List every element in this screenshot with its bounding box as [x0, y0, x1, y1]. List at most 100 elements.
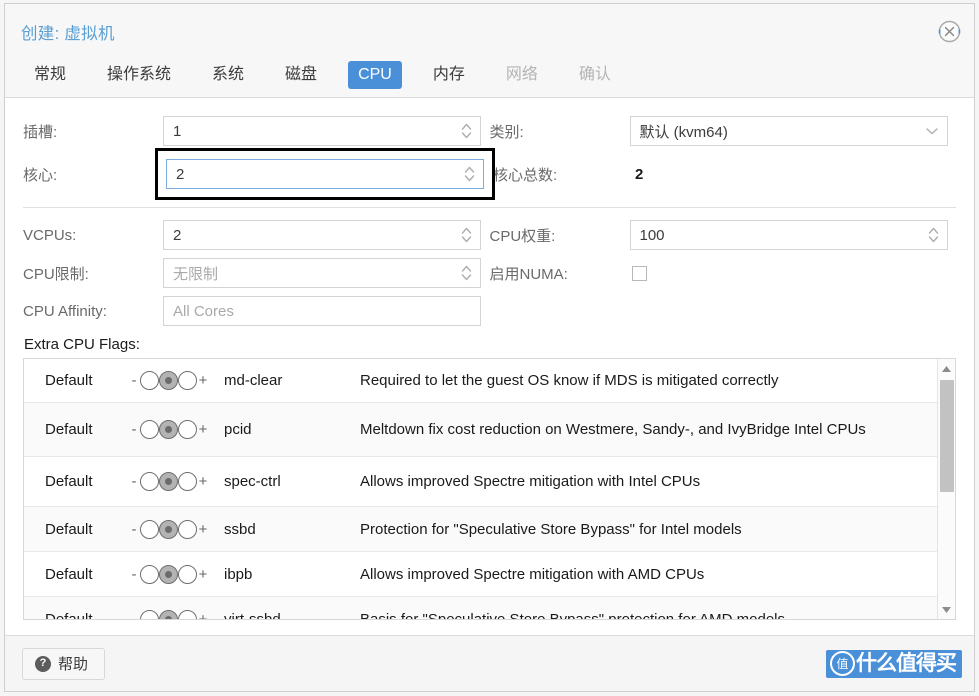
plus-icon[interactable]: + [197, 611, 209, 620]
scroll-up-arrow-icon[interactable] [938, 360, 955, 377]
extra-cpu-flags-list: Default - + md-clear Required to let the… [23, 358, 956, 620]
field-group-type: 类别: 默认 (kvm64) [490, 116, 957, 146]
cores-stepper[interactable] [463, 164, 476, 184]
tab-system[interactable]: 系统 [202, 61, 254, 90]
tab-general[interactable]: 常规 [24, 61, 76, 90]
total-cores-label: 核心总数: [493, 166, 558, 184]
close-icon[interactable] [938, 20, 961, 43]
sockets-stepper[interactable] [460, 121, 473, 141]
advanced-label: 高级 [904, 656, 935, 673]
table-row[interactable]: Default - + ibpb Allows improved Spectre… [24, 552, 937, 597]
flag-description: Basis for "Speculative Store Bypass" pro… [360, 610, 786, 620]
vcpus-value: 2 [173, 226, 182, 244]
plus-icon[interactable]: + [197, 473, 209, 490]
form-row-sockets-type: 插槽: 1 类别: 默认 (kvm64) [23, 112, 956, 150]
dialog-titlebar: 创建: 虚拟机 [5, 4, 974, 53]
watermark-logo-icon: 值 [830, 651, 855, 676]
plus-icon[interactable]: + [197, 372, 209, 389]
flag-radio-on[interactable] [178, 519, 197, 539]
vcpus-input[interactable]: 2 [163, 220, 481, 250]
scroll-down-arrow-icon[interactable] [938, 601, 955, 618]
cpu-limit-value: 无限制 [173, 265, 219, 283]
sockets-input[interactable]: 1 [163, 116, 481, 146]
minus-icon[interactable]: - [128, 566, 140, 583]
field-group-total-cores: 核心总数: 2 [493, 164, 956, 185]
enable-numa-checkbox[interactable] [631, 265, 647, 281]
field-group-cores: 核心: 2 [23, 148, 495, 200]
minus-icon[interactable]: - [128, 521, 140, 538]
flag-radio-default[interactable] [159, 564, 178, 584]
cpu-limit-stepper[interactable] [460, 263, 473, 283]
cpu-form-top: 插槽: 1 类别: 默认 (kvm64) 核心: 2 核心总数: 2 [5, 98, 974, 200]
cores-focus-highlight: 2 [155, 148, 495, 200]
flag-radio-off[interactable] [140, 564, 159, 584]
form-row-limit-numa: CPU限制: 无限制 启用NUMA: [23, 254, 956, 292]
extra-cpu-flags-title: Extra CPU Flags: [24, 336, 140, 353]
field-group-cpu-limit: CPU限制: 无限制 [23, 258, 490, 288]
flag-radio-on[interactable] [178, 371, 197, 390]
enable-numa-label: 启用NUMA: [489, 265, 568, 283]
flag-tristate-control[interactable]: - + [128, 472, 224, 491]
flag-tristate-control[interactable]: - + [128, 420, 224, 439]
field-group-cpu-units: CPU权重: 100 [490, 220, 957, 250]
plus-icon[interactable]: + [197, 421, 209, 438]
flag-radio-off[interactable] [140, 472, 159, 491]
flag-tristate-control[interactable]: - + [128, 609, 224, 620]
flag-radio-on[interactable] [178, 564, 197, 584]
vcpus-stepper[interactable] [460, 225, 473, 245]
flag-radio-default[interactable] [159, 609, 178, 619]
flag-description: Allows improved Spectre mitigation with … [360, 473, 701, 490]
flag-radio-default[interactable] [159, 371, 178, 390]
flag-radio-default[interactable] [159, 420, 178, 439]
cores-input[interactable]: 2 [166, 159, 484, 189]
cores-value: 2 [176, 165, 185, 183]
minus-icon[interactable]: - [128, 611, 140, 620]
flag-tristate-control[interactable]: - + [128, 564, 224, 584]
flags-scroll-viewport: Default - + md-clear Required to let the… [24, 359, 937, 619]
table-row[interactable]: Default - + virt-ssbd Basis for "Specula… [24, 597, 937, 619]
tab-disks[interactable]: 磁盘 [275, 61, 327, 90]
tab-confirm: 确认 [578, 65, 611, 83]
type-select[interactable]: 默认 (kvm64) [629, 116, 948, 146]
form-row-cores-total: 核心: 2 核心总数: 2 [23, 148, 956, 200]
flag-radio-on[interactable] [178, 472, 197, 491]
cpu-units-input[interactable]: 100 [629, 220, 948, 250]
scrollbar-thumb[interactable] [940, 380, 954, 492]
minus-icon[interactable]: - [128, 421, 140, 438]
advanced-checkbox[interactable] [942, 656, 957, 671]
flag-mode-label: Default [45, 473, 93, 490]
flag-key: pcid [224, 421, 252, 438]
tab-cpu[interactable]: CPU [348, 60, 402, 90]
field-group-vcpus: VCPUs: 2 [23, 220, 490, 250]
cpu-limit-input[interactable]: 无限制 [163, 258, 481, 288]
minus-icon[interactable]: - [128, 372, 140, 389]
cpu-affinity-input[interactable]: All Cores [163, 296, 481, 326]
flag-radio-on[interactable] [178, 420, 197, 439]
flag-radio-off[interactable] [140, 519, 159, 539]
tab-os[interactable]: 操作系统 [97, 61, 181, 90]
chevron-down-icon[interactable] [925, 126, 939, 136]
flag-radio-off[interactable] [140, 609, 159, 619]
table-row[interactable]: Default - + pcid Meltdown fix cost reduc… [24, 403, 937, 457]
flag-radio-default[interactable] [159, 472, 178, 491]
dialog-body: 插槽: 1 类别: 默认 (kvm64) 核心: 2 核心总数: 2 VCPUs… [5, 98, 974, 635]
flag-key: ssbd [224, 520, 256, 538]
table-row[interactable]: Default - + ssbd Protection for "Specula… [24, 507, 937, 552]
flag-key: spec-ctrl [224, 473, 281, 490]
question-mark-icon: ? [35, 655, 51, 672]
help-button[interactable]: ? 帮助 [22, 647, 106, 680]
flag-radio-off[interactable] [140, 420, 159, 439]
cpu-units-stepper[interactable] [927, 225, 940, 245]
flags-vertical-scrollbar[interactable] [937, 359, 955, 619]
flag-radio-default[interactable] [159, 519, 178, 539]
plus-icon[interactable]: + [197, 521, 209, 538]
minus-icon[interactable]: - [128, 473, 140, 490]
flag-tristate-control[interactable]: - + [128, 371, 224, 390]
plus-icon[interactable]: + [197, 566, 209, 583]
flag-radio-on[interactable] [178, 609, 197, 619]
flag-tristate-control[interactable]: - + [128, 519, 224, 539]
table-row[interactable]: Default - + md-clear Required to let the… [24, 359, 937, 403]
tab-memory[interactable]: 内存 [423, 61, 475, 90]
flag-radio-off[interactable] [140, 371, 159, 390]
table-row[interactable]: Default - + spec-ctrl Allows improved Sp… [24, 457, 937, 507]
